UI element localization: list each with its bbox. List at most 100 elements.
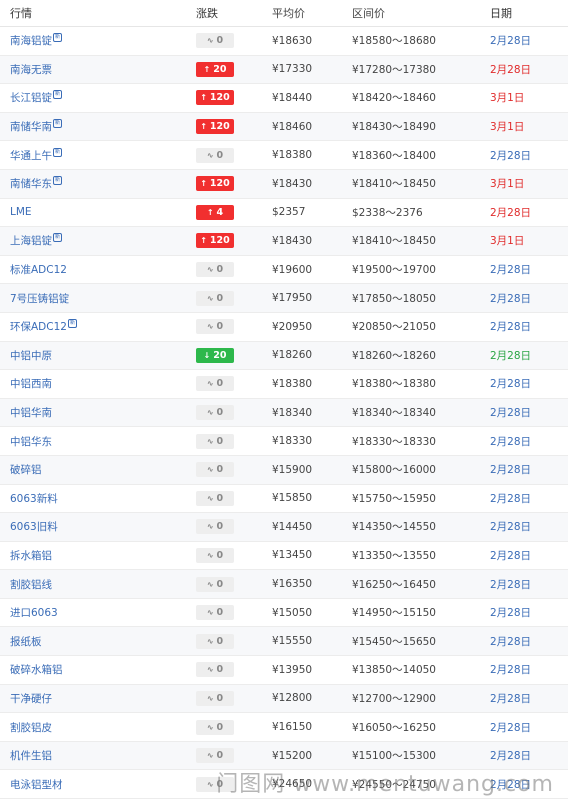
table-row[interactable]: 长江铝锭新 ↑ 120 ¥18440 ¥18420～18460 3月1日 xyxy=(0,84,568,113)
change-badge: ∿ 0 xyxy=(196,748,234,764)
change-value: 4 xyxy=(216,206,224,218)
date: 3月1日 xyxy=(490,92,525,105)
change-value: 120 xyxy=(209,235,230,247)
date: 3月1日 xyxy=(490,178,525,191)
table-row[interactable]: 进口6063 ∿ 0 ¥15050 ¥14950～15150 2月28日 xyxy=(0,599,568,628)
range-price: ¥12700～12900 xyxy=(352,692,436,705)
flat-arrow-icon: ∿ xyxy=(206,722,214,732)
change-badge: ↓ 20 xyxy=(196,347,234,363)
change-value: 0 xyxy=(216,607,224,619)
market-name-link[interactable]: 6063新料 xyxy=(0,491,188,506)
market-name-link[interactable]: 南储华东新 xyxy=(0,176,188,191)
change-badge: ∿ 0 xyxy=(196,290,234,306)
avg-price: ¥16350 xyxy=(272,578,313,591)
table-row[interactable]: 中铝华东 ∿ 0 ¥18330 ¥18330～18330 2月28日 xyxy=(0,427,568,456)
table-row[interactable]: 南海铝锭新 ∿ 0 ¥18630 ¥18580～18680 2月28日 xyxy=(0,27,568,56)
market-name-link[interactable]: 破碎铝 xyxy=(0,462,188,477)
market-name-link[interactable]: 南海无票 xyxy=(0,62,188,77)
change-cell: ∿ 0 xyxy=(188,547,272,563)
table-row[interactable]: 7号压铸铝锭 ∿ 0 ¥17950 ¥17850～18050 2月28日 xyxy=(0,284,568,313)
market-name-link[interactable]: 割胶铝皮 xyxy=(0,720,188,735)
change-value: 0 xyxy=(216,378,224,390)
market-name-link[interactable]: 南储华南新 xyxy=(0,119,188,134)
change-value: 0 xyxy=(216,692,224,704)
change-badge: ↑ 120 xyxy=(196,119,234,135)
change-cell: ∿ 0 xyxy=(188,405,272,421)
market-name-link[interactable]: 机件生铝 xyxy=(0,748,188,763)
table-row[interactable]: 上海铝锭新 ↑ 120 ¥18430 ¥18410～18450 3月1日 xyxy=(0,227,568,256)
change-cell: ↑ 4 xyxy=(188,204,272,220)
watermark: 门图网 www.mentuwang.com xyxy=(216,772,554,797)
market-name-link[interactable]: 中铝华东 xyxy=(0,434,188,449)
market-name-link[interactable]: 华通上午新 xyxy=(0,147,188,163)
up-arrow-icon: ↑ xyxy=(200,122,207,132)
table-row[interactable]: 南储华南新 ↑ 120 ¥18460 ¥18430～18490 3月1日 xyxy=(0,112,568,142)
market-name-link[interactable]: 中铝中原 xyxy=(0,348,188,363)
change-cell: ∿ 0 xyxy=(188,662,272,678)
avg-price: ¥20950 xyxy=(272,320,313,333)
table-row[interactable]: 6063旧料 ∿ 0 ¥14450 ¥14350～14550 2月28日 xyxy=(0,513,568,542)
table-row[interactable]: 报纸板 ∿ 0 ¥15550 ¥15450～15650 2月28日 xyxy=(0,627,568,657)
table-row[interactable]: 割胶铝线 ∿ 0 ¥16350 ¥16250～16450 2月28日 xyxy=(0,570,568,599)
table-row[interactable]: 中铝华南 ∿ 0 ¥18340 ¥18340～18340 2月28日 xyxy=(0,398,568,428)
flat-arrow-icon: ∿ xyxy=(206,293,214,303)
market-name-link[interactable]: 7号压铸铝锭 xyxy=(0,291,188,306)
table-row[interactable]: 中铝西南 ∿ 0 ¥18380 ¥18380～18380 2月28日 xyxy=(0,370,568,399)
market-name-link[interactable]: 电泳铝型材 xyxy=(0,777,188,792)
market-name-link[interactable]: 中铝华南 xyxy=(0,405,188,420)
change-cell: ↑ 120 xyxy=(188,233,272,249)
table-row[interactable]: 南储华东新 ↑ 120 ¥18430 ¥18410～18450 3月1日 xyxy=(0,169,568,199)
market-name-link[interactable]: 上海铝锭新 xyxy=(0,233,188,248)
table-row[interactable]: 标准ADC12 ∿ 0 ¥19600 ¥19500～19700 2月28日 xyxy=(0,256,568,285)
avg-price: ¥15850 xyxy=(272,492,313,505)
flat-arrow-icon: ∿ xyxy=(206,608,214,618)
table-row[interactable]: 干净硬仔 ∿ 0 ¥12800 ¥12700～12900 2月28日 xyxy=(0,684,568,714)
market-name-link[interactable]: 割胶铝线 xyxy=(0,577,188,592)
market-name: 破碎铝 xyxy=(10,464,42,477)
change-badge: ∿ 0 xyxy=(196,662,234,678)
table-row[interactable]: 中铝中原 ↓ 20 ¥18260 ¥18260～18260 2月28日 xyxy=(0,341,568,371)
change-cell: ↓ 20 xyxy=(188,347,272,363)
market-name-link[interactable]: 6063旧料 xyxy=(0,519,188,534)
market-name-link[interactable]: 干净硬仔 xyxy=(0,691,188,706)
market-name-link[interactable]: 进口6063 xyxy=(0,605,188,620)
market-name: 机件生铝 xyxy=(10,750,52,763)
market-name-link[interactable]: 中铝西南 xyxy=(0,376,188,391)
table-row[interactable]: 破碎水箱铝 ∿ 0 ¥13950 ¥13850～14050 2月28日 xyxy=(0,656,568,685)
change-cell: ∿ 0 xyxy=(188,462,272,478)
table-row[interactable]: 6063新料 ∿ 0 ¥15850 ¥15750～15950 2月28日 xyxy=(0,485,568,514)
table-body: 南海铝锭新 ∿ 0 ¥18630 ¥18580～18680 2月28日 南海无票 ↑ 20 ¥17… xyxy=(0,27,568,800)
change-cell: ∿ 0 xyxy=(188,376,272,392)
price-table: 行情 涨跌 平均价 区间价 日期 南海铝锭新 ∿ 0 ¥18630 ¥18580～186… xyxy=(0,0,568,800)
table-row[interactable]: 华通上午新 ∿ 0 ¥18380 ¥18360～18400 2月28日 xyxy=(0,141,568,170)
change-cell: ∿ 0 xyxy=(188,262,272,278)
change-cell: ∿ 0 xyxy=(188,748,272,764)
table-row[interactable]: 南海无票 ↑ 20 ¥17330 ¥17280～17380 2月28日 xyxy=(0,55,568,85)
table-row[interactable]: 割胶铝皮 ∿ 0 ¥16150 ¥16050～16250 2月28日 xyxy=(0,713,568,742)
avg-price: ¥19600 xyxy=(272,263,313,276)
change-cell: ∿ 0 xyxy=(188,319,272,335)
market-name-link[interactable]: 报纸板 xyxy=(0,634,188,649)
change-cell: ∿ 0 xyxy=(188,633,272,649)
avg-price: ¥16150 xyxy=(272,721,313,734)
market-name-link[interactable]: 标准ADC12 xyxy=(0,262,188,277)
market-name-link[interactable]: 破碎水箱铝 xyxy=(0,662,188,677)
change-cell: ↑ 120 xyxy=(188,119,272,135)
range-price: ¥14350～14550 xyxy=(352,521,436,534)
range-price: ¥13350～13550 xyxy=(352,549,436,562)
change-cell: ↑ 120 xyxy=(188,176,272,192)
market-name-link[interactable]: LME xyxy=(0,206,188,218)
market-name: 南储华东 xyxy=(10,178,52,191)
change-cell: ∿ 0 xyxy=(188,519,272,535)
up-arrow-icon: ↑ xyxy=(200,93,207,103)
market-name-link[interactable]: 拆水箱铝 xyxy=(0,548,188,563)
market-name-link[interactable]: 南海铝锭新 xyxy=(0,33,188,48)
table-row[interactable]: LME ↑ 4 $2357 $2338～2376 2月28日 xyxy=(0,199,568,228)
market-name-link[interactable]: 长江铝锭新 xyxy=(0,90,188,105)
market-name-link[interactable]: 环保ADC12 新 xyxy=(0,319,188,334)
table-row[interactable]: 破碎铝 ∿ 0 ¥15900 ¥15800～16000 2月28日 xyxy=(0,455,568,485)
market-name: 中铝西南 xyxy=(10,378,52,391)
table-row[interactable]: 环保ADC12 新 ∿ 0 ¥20950 ¥20850～21050 2月28日 xyxy=(0,313,568,342)
table-row[interactable]: 拆水箱铝 ∿ 0 ¥13450 ¥13350～13550 2月28日 xyxy=(0,542,568,571)
avg-price: $2357 xyxy=(272,206,306,219)
